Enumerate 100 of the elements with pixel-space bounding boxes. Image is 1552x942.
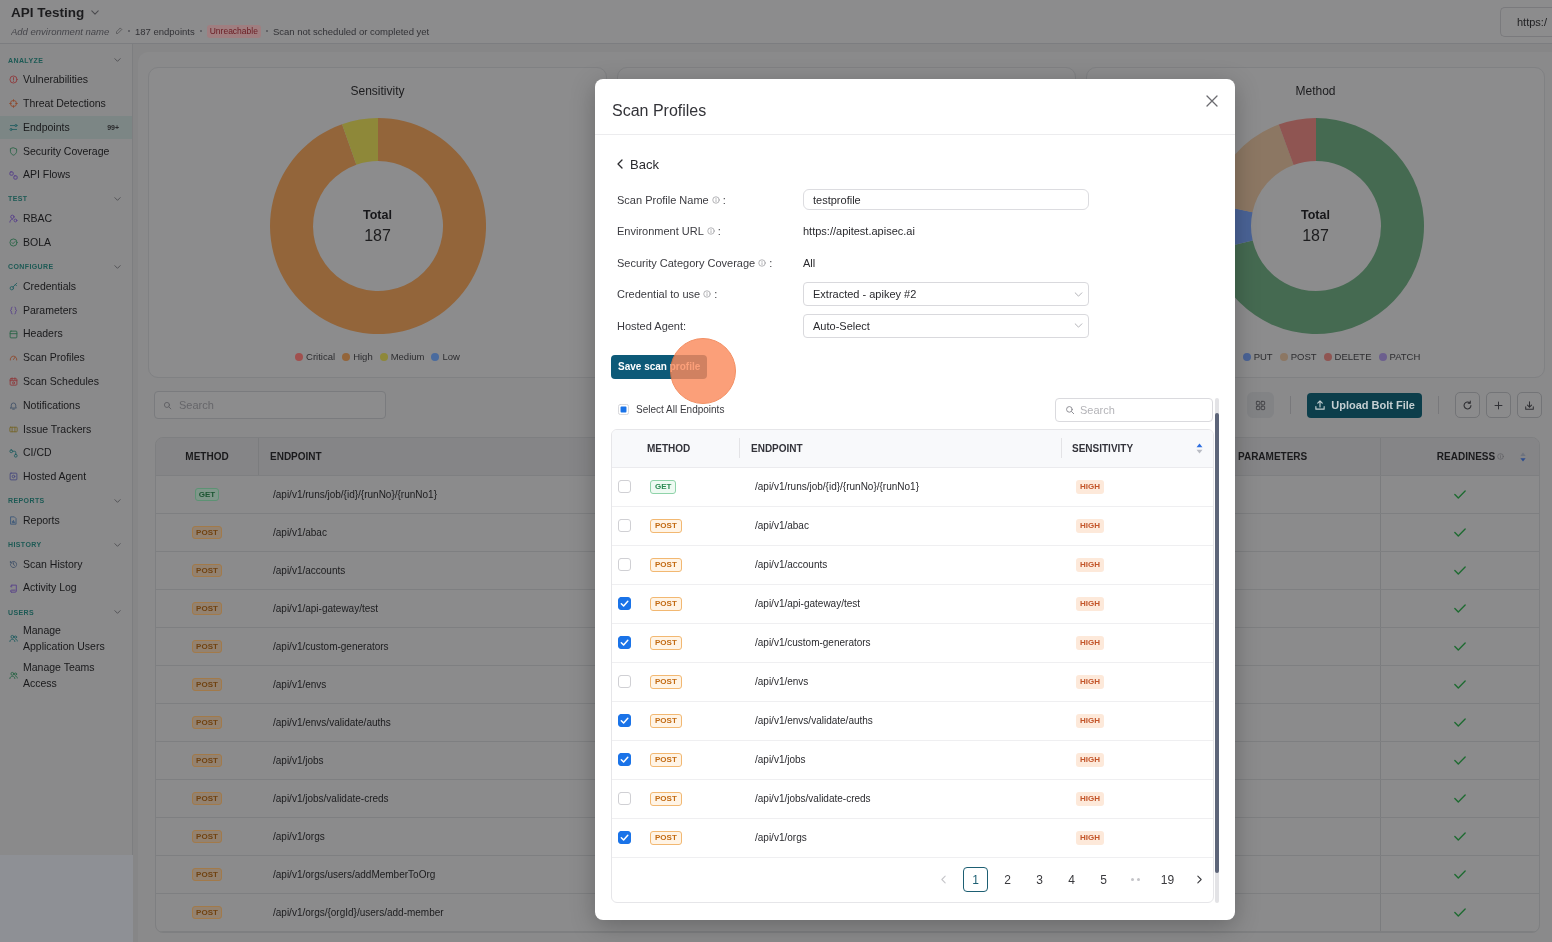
method-badge: POST — [650, 830, 682, 845]
endpoint-path: /api/v1/api-gateway/test — [755, 598, 861, 609]
download-icon — [1524, 399, 1535, 411]
field-label: Environment URL — [617, 225, 704, 238]
info-icon — [1497, 453, 1505, 460]
sidebar-item[interactable]: Manage Application Users — [0, 620, 132, 658]
sidebar-item[interactable]: API Flows — [0, 163, 132, 187]
sidebar-item[interactable]: Threat Detections — [0, 91, 132, 116]
page-button[interactable]: 19 — [1155, 867, 1180, 892]
pencil-icon — [115, 27, 123, 35]
sidebar-item[interactable]: CI/CD — [0, 441, 132, 465]
method-badge: POST — [650, 791, 682, 806]
method-badge: POST — [650, 713, 682, 728]
sidebar-item[interactable]: Parameters — [0, 298, 132, 323]
sidebar-item[interactable]: Issue Trackers — [0, 417, 132, 442]
back-button[interactable]: Back — [617, 154, 659, 174]
sort-icon — [1196, 442, 1203, 454]
checkbox[interactable] — [618, 636, 631, 649]
sensitivity-badge: HIGH — [1076, 713, 1104, 728]
endpoint-path: /api/v1/abac — [755, 520, 809, 531]
add-button[interactable] — [1486, 392, 1511, 418]
screen-icon — [9, 472, 18, 482]
download-button[interactable] — [1517, 392, 1542, 418]
history-icon — [9, 559, 18, 569]
sidebar-item[interactable]: Scan Profiles — [0, 345, 132, 370]
text-field[interactable]: testprofile — [803, 189, 1089, 211]
method-badge: POST — [192, 830, 222, 843]
sidebar-item[interactable]: Headers — [0, 322, 132, 346]
endpoint-path: /api/v1/orgs/users/addMemberToOrg — [273, 869, 436, 880]
field-separator: : — [714, 288, 718, 301]
method-badge: POST — [192, 602, 222, 615]
page-button[interactable]: 2 — [995, 867, 1020, 892]
dropdown[interactable]: Auto-Select — [803, 313, 1089, 338]
sidebar-item[interactable]: Scan History — [0, 552, 132, 577]
close-button[interactable] — [1206, 95, 1218, 107]
method-badge: POST — [650, 557, 682, 572]
chevron-down-icon — [1074, 291, 1083, 297]
checkbox-label: Select All Endpoints — [636, 404, 725, 415]
method-badge: POST — [650, 752, 682, 767]
upload-button[interactable]: Upload Bolt File — [1307, 392, 1422, 418]
page-button[interactable]: 4 — [1059, 867, 1084, 892]
sidebar-item[interactable]: Vulnerabilities — [0, 68, 132, 92]
field-label: Scan Profile Name — [617, 193, 709, 206]
scroll-icon — [9, 583, 18, 593]
document-icon — [9, 516, 18, 526]
sensitivity-badge: HIGH — [1076, 752, 1104, 767]
environment-name-field[interactable]: Add environment name — [11, 25, 115, 37]
endpoint-path: /api/v1/envs/validate/auths — [755, 715, 873, 726]
method-badge: GET — [194, 488, 220, 501]
sidebar-item[interactable]: Hosted Agent — [0, 464, 132, 489]
page-button[interactable]: 5 — [1091, 867, 1116, 892]
bell-icon — [9, 400, 18, 410]
method-badge: POST — [192, 716, 222, 729]
endpoint-path: /api/v1/runs/job/{id}/{runNo}/{runNo1} — [273, 489, 437, 500]
chevron-down-icon — [1074, 323, 1083, 329]
method-badge: POST — [192, 792, 222, 805]
page-button[interactable]: 3 — [1027, 867, 1052, 892]
refresh-icon — [1462, 399, 1473, 411]
sidebar-item[interactable]: Manage Teams Access — [0, 657, 132, 695]
chart-title: Sensitivity — [350, 84, 405, 98]
sidebar-item[interactable]: Security Coverage — [0, 139, 132, 164]
legend-label: Low — [442, 350, 460, 364]
checkbox[interactable] — [618, 753, 631, 766]
upload-icon — [1314, 399, 1327, 411]
total-label: Total — [363, 207, 392, 223]
checkbox[interactable] — [618, 714, 631, 727]
field-label: Credential to use — [617, 288, 701, 301]
grid-view-button[interactable] — [1247, 392, 1275, 418]
method-badge: GET — [650, 479, 677, 494]
endpoint-path: /api/v1/custom-generators — [273, 641, 389, 652]
endpoint-path: /api/v1/envs/validate/auths — [273, 717, 391, 728]
close-icon — [1206, 95, 1218, 107]
sidebar-item[interactable]: Credentials — [0, 274, 132, 299]
sidebar-item[interactable]: Reports — [0, 508, 132, 533]
chart-title: Method — [1295, 84, 1336, 98]
endpoint-path: /api/v1/accounts — [755, 559, 828, 570]
endpoint-path: /api/v1/custom-generators — [755, 637, 871, 648]
checkbox[interactable] — [618, 597, 631, 610]
field-separator: : — [769, 256, 773, 269]
sidebar-item[interactable]: Scan Schedules — [0, 369, 132, 394]
sidebar-item[interactable]: RBAC — [0, 207, 132, 231]
method-badge: POST — [192, 526, 222, 539]
page-button[interactable]: 1 — [963, 867, 988, 892]
sidebar-item[interactable]: Notifications — [0, 393, 132, 418]
sidebar-item[interactable]: BOLA — [0, 230, 132, 255]
sidebar-item[interactable]: Activity Log — [0, 576, 132, 601]
sensitivity-badge: HIGH — [1076, 518, 1104, 533]
scrollbar[interactable] — [1215, 397, 1219, 903]
sensitivity-badge: HIGH — [1076, 557, 1104, 572]
sensitivity-badge: HIGH — [1076, 674, 1104, 689]
checkbox[interactable] — [618, 831, 631, 844]
scan-status: Scan not scheduled or completed yet — [272, 25, 430, 37]
dropdown[interactable]: Extracted - apikey #2 — [803, 282, 1089, 307]
column-header: METHOD — [185, 451, 229, 462]
method-badge: POST — [192, 868, 222, 881]
refresh-button[interactable] — [1455, 392, 1480, 418]
endpoint-path: /api/v1/jobs — [755, 754, 806, 765]
plus-icon — [1493, 399, 1504, 411]
environment-url-selector[interactable]: https:/ — [1500, 7, 1552, 37]
method-badge: POST — [192, 906, 222, 919]
